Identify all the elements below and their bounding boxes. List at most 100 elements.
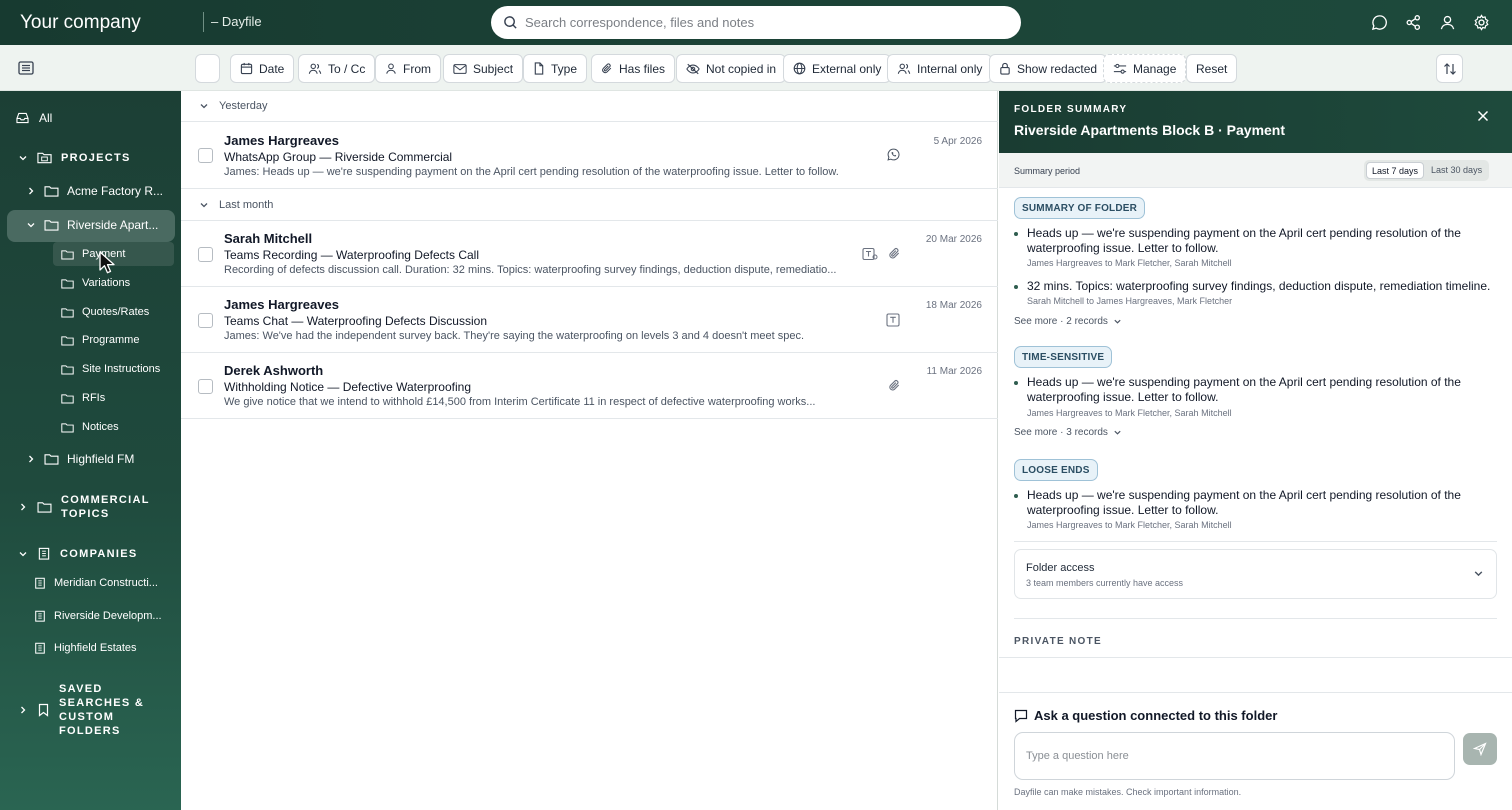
share-icon[interactable] — [1405, 14, 1422, 31]
filter-has-files-button[interactable]: Has files — [591, 54, 676, 83]
close-icon[interactable] — [1477, 110, 1489, 122]
chevron-down-icon — [19, 155, 27, 160]
companies-section-label: COMPANIES — [60, 547, 138, 560]
filter-type-button[interactable]: Type — [523, 54, 588, 83]
filter-show-redacted-button[interactable]: Show redacted — [989, 54, 1108, 83]
sidebar-company-meridian[interactable]: Meridian Constructi... — [34, 577, 164, 589]
search-bar[interactable] — [491, 6, 1021, 39]
sidebar: All PROJECTS Acme Factory R... Riverside… — [0, 91, 181, 810]
sidebar-project-acme[interactable]: Acme Factory R... — [26, 184, 167, 198]
folder-icon — [61, 364, 74, 374]
reset-filters-button[interactable]: Reset — [1186, 54, 1238, 83]
question-input[interactable] — [1026, 733, 1446, 779]
message-row[interactable]: Sarah Mitchell Teams Recording — Waterpr… — [181, 221, 998, 287]
filter-type-label: Type — [551, 61, 578, 76]
teams-chat-icon — [886, 313, 900, 327]
chevron-down-icon — [200, 203, 208, 208]
period-toggle: Last 7 days Last 30 days — [1364, 160, 1490, 181]
section-tag-summary: SUMMARY OF FOLDER — [1014, 197, 1146, 219]
send-button[interactable] — [1463, 733, 1497, 765]
panel-title: Riverside Apartments Block B · Payment — [1014, 122, 1286, 138]
chevron-down-icon — [200, 104, 208, 109]
sidebar-company-riverside[interactable]: Riverside Developm... — [34, 610, 164, 622]
summary-bullet[interactable]: Heads up — we're suspending payment on t… — [1014, 488, 1504, 518]
sidebar-folder-site-instructions[interactable]: Site Instructions — [61, 363, 160, 375]
sidebar-project-label: Riverside Apart... — [67, 218, 159, 232]
chevron-right-icon — [21, 706, 26, 714]
row-date: 18 Mar 2026 — [925, 300, 982, 311]
row-subject: Withholding Notice — Defective Waterproo… — [224, 380, 471, 394]
sidebar-folder-notices[interactable]: Notices — [61, 421, 119, 433]
sidebar-folder-variations[interactable]: Variations — [61, 277, 130, 289]
sidebar-folder-programme[interactable]: Programme — [61, 334, 139, 346]
filter-external-only-button[interactable]: External only — [783, 54, 892, 83]
group-header-last-month[interactable]: Last month — [181, 190, 998, 221]
row-checkbox[interactable] — [198, 247, 213, 262]
chat-icon[interactable] — [1371, 14, 1388, 31]
folder-access-card[interactable]: Folder access 3 team members currently h… — [1014, 549, 1497, 599]
sidebar-item-all[interactable]: All — [16, 111, 52, 125]
user-icon[interactable] — [1439, 14, 1456, 31]
period-option-30-days[interactable]: Last 30 days — [1426, 162, 1487, 179]
sidebar-project-highfield[interactable]: Highfield FM — [26, 452, 134, 466]
divider — [1014, 541, 1497, 542]
filter-to-cc-button[interactable]: To / Cc — [298, 54, 376, 83]
summary-bullet[interactable]: Heads up — we're suspending payment on t… — [1014, 375, 1504, 405]
filter-blank-button[interactable] — [195, 54, 220, 83]
summary-bullet[interactable]: 32 mins. Topics: waterproofing survey fi… — [1014, 279, 1504, 294]
manage-filters-button[interactable]: Manage — [1103, 54, 1187, 83]
row-checkbox[interactable] — [198, 313, 213, 328]
chevron-right-icon — [21, 503, 26, 511]
sidebar-section-companies[interactable]: COMPANIES — [18, 547, 138, 560]
sidebar-section-saved-searches[interactable]: SAVED SEARCHES & CUSTOM FOLDERS — [18, 682, 169, 738]
filter-internal-only-button[interactable]: Internal only — [887, 54, 993, 83]
top-bar: Your company – Dayfile — [0, 0, 1512, 45]
sidebar-item-all-label: All — [39, 111, 53, 125]
row-sender: James Hargreaves — [224, 133, 339, 148]
filter-not-copied-in-button[interactable]: Not copied in — [676, 54, 787, 83]
saved-searches-label: SAVED SEARCHES & CUSTOM FOLDERS — [59, 683, 145, 737]
chevron-down-icon — [1114, 319, 1121, 324]
row-preview: Recording of defects discussion call. Du… — [224, 264, 837, 276]
period-option-7-days[interactable]: Last 7 days — [1366, 162, 1425, 179]
mail-icon — [453, 63, 467, 74]
company-logo[interactable]: Your company — [20, 12, 141, 34]
sidebar-section-projects[interactable]: PROJECTS — [18, 151, 131, 164]
users-icon — [897, 63, 911, 74]
row-checkbox[interactable] — [198, 379, 213, 394]
folder-icon — [61, 249, 74, 259]
folder-access-subtitle: 3 team members currently have access — [1026, 578, 1184, 588]
filter-external-only-label: External only — [812, 61, 882, 76]
summary-bullet[interactable]: Heads up — we're suspending payment on t… — [1014, 226, 1504, 256]
sidebar-folder-rfis[interactable]: RFIs — [61, 392, 105, 404]
group-header-yesterday[interactable]: Yesterday — [181, 91, 998, 122]
sidebar-company-highfield[interactable]: Highfield Estates — [34, 642, 164, 654]
group-header-label: Yesterday — [219, 100, 268, 112]
sidebar-section-commercial-topics[interactable]: COMMERCIAL TOPICS — [18, 493, 156, 521]
sidebar-project-riverside[interactable]: Riverside Apart... — [26, 218, 167, 232]
row-subject: Teams Chat — Waterproofing Defects Discu… — [224, 314, 487, 328]
search-input[interactable] — [525, 6, 1005, 39]
filter-date-label: Date — [259, 61, 285, 76]
filter-date-button[interactable]: Date — [230, 54, 295, 83]
settings-icon[interactable] — [1473, 14, 1490, 31]
menu-icon[interactable] — [18, 61, 34, 75]
sidebar-folder-quotes-rates[interactable]: Quotes/Rates — [61, 306, 149, 318]
message-row[interactable]: Derek Ashworth Withholding Notice — Defe… — [181, 353, 998, 419]
sort-button[interactable] — [1436, 54, 1463, 83]
building-icon — [35, 642, 45, 654]
question-box[interactable] — [1014, 732, 1455, 780]
filter-subject-button[interactable]: Subject — [443, 54, 524, 83]
filter-from-button[interactable]: From — [375, 54, 441, 83]
projects-icon — [37, 152, 52, 164]
message-row[interactable]: James Hargreaves WhatsApp Group — Rivers… — [181, 123, 998, 189]
see-more-summary-button[interactable]: See more · 2 records — [1014, 316, 1122, 327]
sidebar-company-label: Meridian Constructi... — [54, 577, 158, 589]
see-more-time-sensitive-button[interactable]: See more · 3 records — [1014, 427, 1122, 438]
product-name: – Dayfile — [203, 12, 262, 32]
message-row[interactable]: James Hargreaves Teams Chat — Waterproof… — [181, 287, 998, 353]
divider — [999, 657, 1512, 658]
building-icon — [35, 577, 45, 589]
row-checkbox[interactable] — [198, 148, 213, 163]
row-preview: James: Heads up — we're suspending payme… — [224, 166, 839, 178]
